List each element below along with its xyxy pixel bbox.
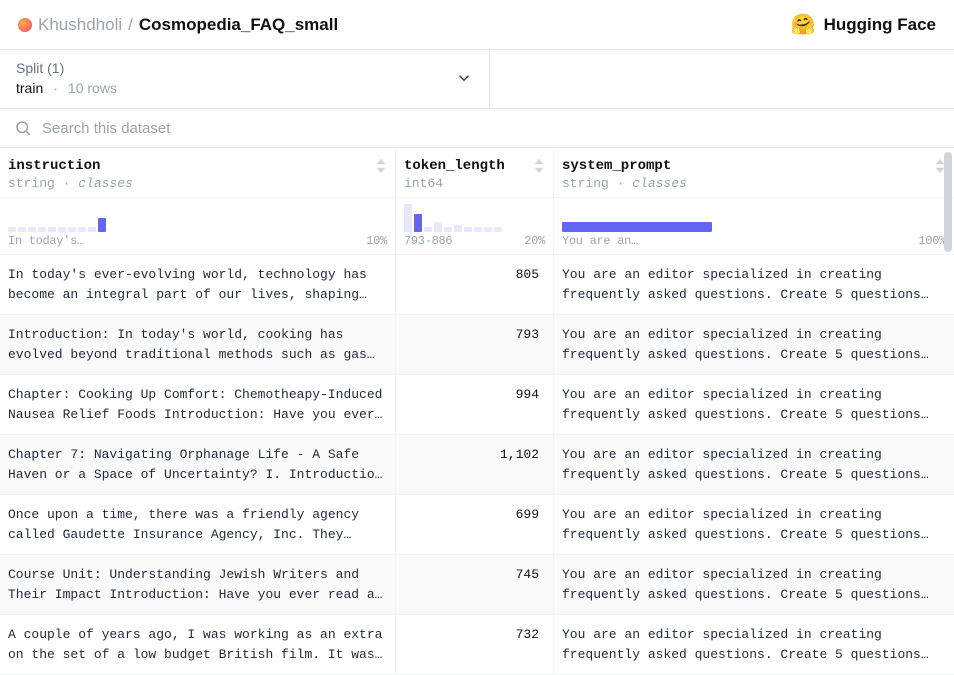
hist-pct: 10% (366, 234, 387, 248)
header: Khushdholi / Cosmopedia_FAQ_small 🤗 Hugg… (0, 0, 954, 50)
column-name: system_prompt (562, 158, 671, 174)
cell-instruction: A couple of years ago, I was working as … (0, 615, 396, 674)
column-type: int64 (404, 176, 545, 191)
cell-instruction: Introduction: In today's world, cooking … (0, 315, 396, 374)
hist-range: 793-886 (404, 234, 452, 248)
cell-instruction: Chapter 7: Navigating Orphanage Life - A… (0, 435, 396, 494)
table-row[interactable]: In today's ever-evolving world, technolo… (0, 255, 954, 315)
cell-token-length: 793 (396, 315, 554, 374)
cell-system-prompt: You are an editor specialized in creatin… (554, 315, 954, 374)
table-row[interactable]: Introduction: In today's world, cooking … (0, 315, 954, 375)
brand-label: Hugging Face (824, 15, 936, 35)
table-body: In today's ever-evolving world, technolo… (0, 255, 954, 675)
column-header-system-prompt[interactable]: system_prompt string · classes (554, 148, 954, 197)
table-row[interactable]: A couple of years ago, I was working as … (0, 615, 954, 675)
breadcrumb-dataset[interactable]: Cosmopedia_FAQ_small (139, 15, 338, 35)
sort-icon[interactable] (375, 159, 387, 173)
cell-token-length: 745 (396, 555, 554, 614)
cell-system-prompt: You are an editor specialized in creatin… (554, 255, 954, 314)
hist-min: You are an… (562, 234, 638, 248)
cell-token-length: 1,102 (396, 435, 554, 494)
cell-token-length: 805 (396, 255, 554, 314)
table-row[interactable]: Chapter 7: Navigating Orphanage Life - A… (0, 435, 954, 495)
toolbar: Split (1) train · 10 rows (0, 50, 954, 109)
cell-instruction: Course Unit: Understanding Jewish Writer… (0, 555, 396, 614)
split-selector[interactable]: Split (1) train · 10 rows (0, 50, 490, 108)
table-row[interactable]: Once upon a time, there was a friendly a… (0, 495, 954, 555)
hist-pct: 20% (524, 234, 545, 248)
histogram-instruction[interactable]: In today's… 10% (0, 198, 396, 254)
column-classes: classes (632, 176, 687, 191)
column-classes: classes (78, 176, 133, 191)
cell-token-length: 699 (396, 495, 554, 554)
cell-system-prompt: You are an editor specialized in creatin… (554, 615, 954, 674)
column-header-token-length[interactable]: token_length int64 (396, 148, 554, 197)
split-rows: 10 rows (68, 80, 117, 96)
hist-min: In today's… (8, 234, 84, 248)
cell-system-prompt: You are an editor specialized in creatin… (554, 555, 954, 614)
breadcrumb-owner[interactable]: Khushdholi (38, 15, 122, 35)
split-name: train (16, 80, 43, 96)
column-name: token_length (404, 158, 505, 174)
histogram-row: In today's… 10% 793-886 20% You are an… 100… (0, 198, 954, 255)
histogram-system-prompt[interactable]: You are an… 100% (554, 198, 954, 254)
search-bar[interactable] (0, 109, 954, 148)
cell-system-prompt: You are an editor specialized in creatin… (554, 375, 954, 434)
dataset-icon (18, 18, 32, 32)
search-icon (14, 119, 32, 137)
column-header-instruction[interactable]: instruction string · classes (0, 148, 396, 197)
table-header: instruction string · classes token_lengt… (0, 148, 954, 198)
search-input[interactable] (42, 120, 940, 137)
split-label: Split (1) (16, 60, 117, 76)
cell-instruction: Chapter: Cooking Up Comfort: Chemotheapy… (0, 375, 396, 434)
column-type: string (562, 176, 609, 191)
cell-token-length: 994 (396, 375, 554, 434)
sort-icon[interactable] (533, 159, 545, 173)
hist-pct: 100% (918, 234, 946, 248)
histogram-token-length[interactable]: 793-886 20% (396, 198, 554, 254)
scrollbar-vertical[interactable] (944, 152, 952, 252)
breadcrumb-separator: / (128, 15, 133, 35)
huggingface-icon: 🤗 (791, 12, 816, 37)
cell-token-length: 732 (396, 615, 554, 674)
table-row[interactable]: Course Unit: Understanding Jewish Writer… (0, 555, 954, 615)
cell-system-prompt: You are an editor specialized in creatin… (554, 435, 954, 494)
breadcrumb: Khushdholi / Cosmopedia_FAQ_small (18, 15, 338, 35)
dot-separator: · (53, 80, 58, 96)
brand-logo[interactable]: 🤗 Hugging Face (791, 12, 936, 37)
chevron-down-icon (455, 69, 473, 87)
table-row[interactable]: Chapter: Cooking Up Comfort: Chemotheapy… (0, 375, 954, 435)
cell-system-prompt: You are an editor specialized in creatin… (554, 495, 954, 554)
column-type: string (8, 176, 55, 191)
cell-instruction: In today's ever-evolving world, technolo… (0, 255, 396, 314)
column-name: instruction (8, 158, 100, 174)
cell-instruction: Once upon a time, there was a friendly a… (0, 495, 396, 554)
